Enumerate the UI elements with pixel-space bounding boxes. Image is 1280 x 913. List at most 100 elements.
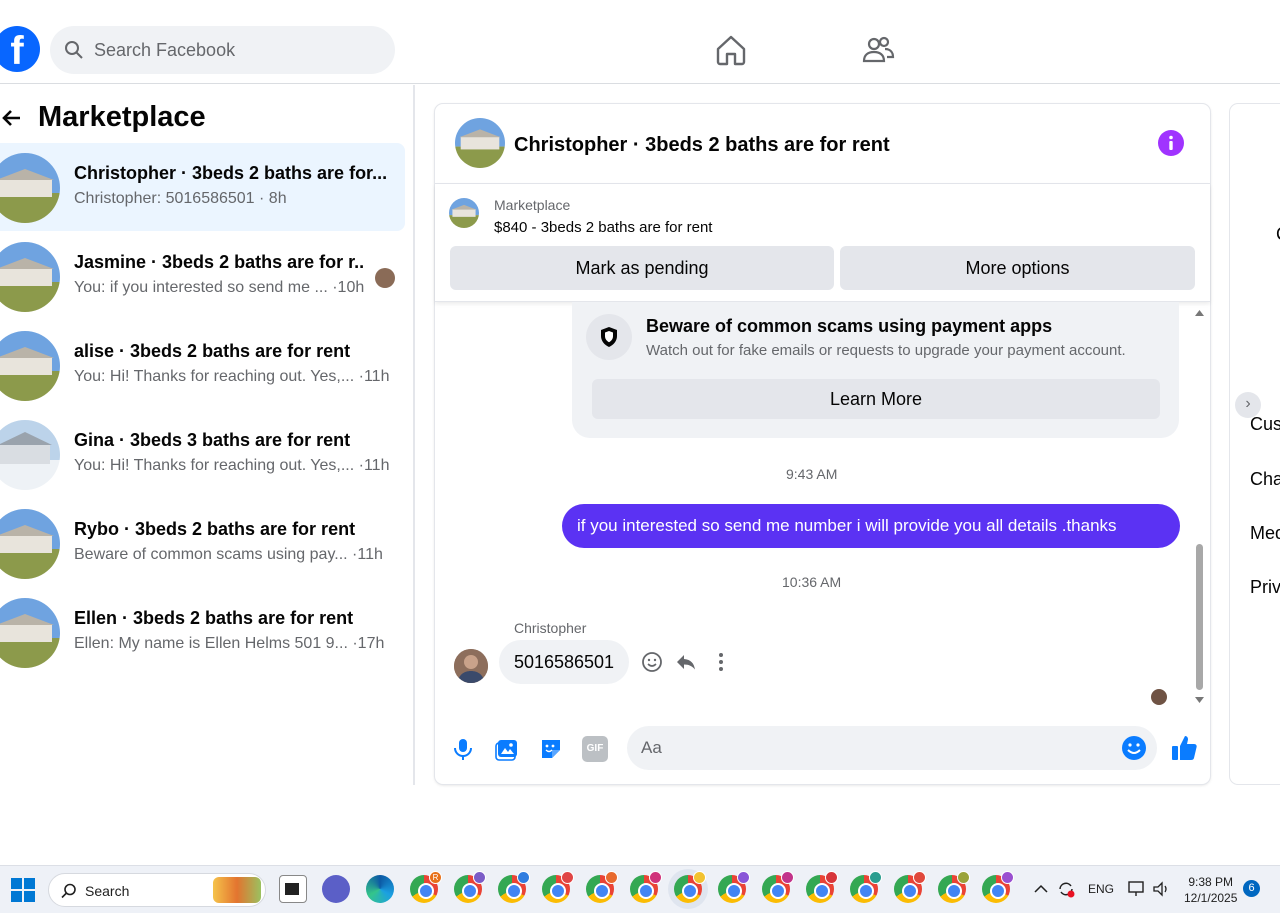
chrome-icon[interactable]	[542, 871, 574, 903]
profile-badge: R	[429, 871, 442, 884]
conversation-item[interactable]: Christopher · 3beds 2 baths are for... C…	[0, 143, 405, 231]
details-item[interactable]: Med	[1250, 523, 1280, 544]
conversation-item[interactable]: Jasmine · 3beds 2 baths are for r... You…	[0, 232, 405, 320]
language-indicator[interactable]: ENG	[1088, 882, 1114, 896]
chat-header: Christopher · 3beds 2 baths are for rent	[435, 104, 1210, 184]
network-icon[interactable]	[1128, 881, 1146, 897]
seen-avatar	[375, 268, 395, 288]
system-clock[interactable]: 9:38 PM 12/1/2025	[1184, 874, 1237, 906]
gif-icon[interactable]: GIF	[582, 736, 608, 762]
shield-icon	[586, 314, 632, 360]
chevron-up-icon[interactable]	[1034, 884, 1048, 894]
facebook-logo[interactable]: f	[0, 26, 40, 73]
profile-badge	[649, 871, 662, 884]
chrome-icon[interactable]	[806, 871, 838, 903]
home-icon[interactable]	[714, 33, 748, 67]
outgoing-message[interactable]: if you interested so send me number i wi…	[562, 504, 1180, 548]
profile-badge	[561, 871, 574, 884]
profile-badge	[825, 871, 838, 884]
teams-icon[interactable]	[322, 875, 350, 903]
conversation-item[interactable]: Rybo · 3beds 2 baths are for rent Beware…	[0, 499, 405, 587]
chrome-icon[interactable]	[982, 871, 1014, 903]
details-item[interactable]: Cha	[1250, 469, 1280, 490]
details-item[interactable]: Priv	[1250, 577, 1280, 598]
chevron-right-icon[interactable]: ›	[1235, 392, 1261, 418]
chat-title[interactable]: Christopher · 3beds 2 baths are for rent	[514, 134, 890, 157]
scroll-up-icon[interactable]	[1194, 308, 1205, 318]
mark-as-pending-button[interactable]: Mark as pending	[450, 246, 834, 290]
chrome-icon[interactable]: R	[410, 871, 442, 903]
scroll-thumb[interactable]	[1196, 544, 1203, 690]
conversation-item[interactable]: Ellen · 3beds 2 baths are for rent Ellen…	[0, 588, 405, 676]
profile-badge	[473, 871, 486, 884]
chrome-icon[interactable]	[586, 871, 618, 903]
search-input[interactable]: Search Facebook	[94, 40, 235, 61]
task-view-icon[interactable]	[279, 875, 307, 903]
chrome-icon[interactable]	[630, 871, 662, 903]
sender-name: Christopher	[514, 620, 587, 636]
marketplace-sidebar: Marketplace Christopher · 3beds 2 baths …	[0, 85, 415, 785]
thumbs-up-icon[interactable]	[1169, 733, 1199, 763]
microphone-icon[interactable]	[450, 736, 476, 762]
clock-date: 12/1/2025	[1184, 891, 1238, 905]
message-input[interactable]: Aa	[627, 726, 1157, 770]
taskbar-search-label: Search	[85, 883, 130, 899]
chrome-icon[interactable]	[762, 871, 794, 903]
learn-more-button[interactable]: Learn More	[592, 379, 1160, 419]
chat-window: Christopher · 3beds 2 baths are for rent…	[435, 104, 1210, 784]
listing-thumbnail	[0, 153, 60, 223]
scam-warning-card: Beware of common scams using payment app…	[572, 302, 1179, 438]
windows-start-icon[interactable]	[11, 878, 35, 902]
chat-scrollbar[interactable]	[1193, 308, 1205, 703]
chat-avatar[interactable]	[455, 118, 505, 168]
incoming-message[interactable]: 5016586501	[499, 640, 629, 684]
notification-badge[interactable]: 6	[1243, 880, 1260, 897]
scam-warning-text: Watch out for fake emails or requests to…	[646, 342, 1126, 359]
photo-icon[interactable]	[494, 736, 520, 762]
chrome-icon-active[interactable]	[674, 871, 706, 903]
conversation-name: Christopher · 3beds 2 baths are for...	[74, 163, 388, 183]
chrome-icon[interactable]	[454, 871, 486, 903]
page-title: Marketplace	[38, 101, 206, 133]
chrome-icon[interactable]	[938, 871, 970, 903]
chrome-icon[interactable]	[850, 871, 882, 903]
sender-avatar[interactable]	[454, 649, 488, 683]
search-bar[interactable]: Search Facebook	[50, 26, 395, 74]
conversation-name: Rybo · 3beds 2 baths are for rent	[74, 519, 356, 539]
marketplace-header: Marketplace	[0, 101, 206, 134]
chrome-icon[interactable]	[894, 871, 926, 903]
emoji-icon[interactable]	[1121, 735, 1147, 761]
chrome-icon[interactable]	[498, 871, 530, 903]
conversation-details-panel: C Cus Cha Med Priv	[1230, 104, 1280, 784]
sticker-icon[interactable]	[538, 736, 564, 762]
sync-icon[interactable]	[1057, 880, 1075, 898]
profile-badge	[517, 871, 530, 884]
more-options-button[interactable]: More options	[840, 246, 1195, 290]
details-heading: C	[1276, 224, 1280, 245]
seen-avatar	[1151, 689, 1167, 705]
taskbar-search[interactable]: Search	[48, 873, 266, 907]
edge-icon[interactable]	[366, 875, 394, 903]
friends-icon[interactable]	[861, 33, 895, 67]
back-arrow-icon[interactable]	[0, 106, 24, 130]
conversation-preview: You: if you interested so send me ... ·1…	[74, 279, 365, 296]
more-actions-icon[interactable]	[710, 651, 732, 673]
conversation-item[interactable]: alise · 3beds 2 baths are for rent You: …	[0, 321, 405, 409]
chrome-icon[interactable]	[718, 871, 750, 903]
search-highlight-image	[213, 877, 261, 903]
listing-thumbnail	[0, 331, 60, 401]
conversation-item[interactable]: Gina · 3beds 3 baths are for rent You: H…	[0, 410, 405, 498]
conversation-preview: You: Hi! Thanks for reaching out. Yes,..…	[74, 457, 390, 474]
scroll-down-icon[interactable]	[1194, 695, 1205, 705]
volume-icon[interactable]	[1152, 881, 1170, 897]
listing-price[interactable]: $840 - 3beds 2 baths are for rent	[494, 219, 712, 236]
listing-thumbnail	[0, 598, 60, 668]
react-emoji-icon[interactable]	[641, 651, 663, 673]
details-item[interactable]: Cus	[1250, 414, 1280, 435]
reply-icon[interactable]	[675, 651, 697, 673]
profile-badge	[913, 871, 926, 884]
info-icon[interactable]	[1158, 130, 1184, 156]
listing-banner: Marketplace $840 - 3beds 2 baths are for…	[435, 184, 1210, 302]
search-icon	[65, 41, 83, 59]
profile-badge	[869, 871, 882, 884]
